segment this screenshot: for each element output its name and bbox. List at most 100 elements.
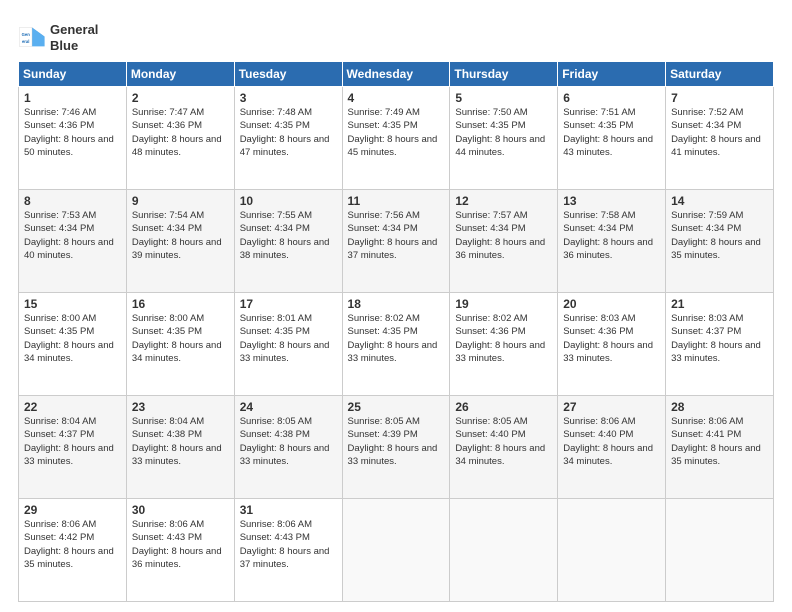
sunset: Sunset: 4:35 PM <box>240 119 337 132</box>
table-row: 30 Sunrise: 8:06 AM Sunset: 4:43 PM Dayl… <box>126 499 234 602</box>
header: Gen eral General Blue <box>18 18 774 53</box>
table-row <box>342 499 450 602</box>
day-info: Sunrise: 7:49 AM Sunset: 4:35 PM Dayligh… <box>348 106 445 159</box>
day-number: 7 <box>671 91 768 105</box>
daylight: Daylight: 8 hours and 37 minutes. <box>348 236 445 263</box>
sunset: Sunset: 4:36 PM <box>132 119 229 132</box>
sunrise: Sunrise: 8:04 AM <box>24 415 121 428</box>
sunrise: Sunrise: 8:00 AM <box>24 312 121 325</box>
day-number: 8 <box>24 194 121 208</box>
day-info: Sunrise: 8:06 AM Sunset: 4:42 PM Dayligh… <box>24 518 121 571</box>
day-info: Sunrise: 8:06 AM Sunset: 4:40 PM Dayligh… <box>563 415 660 468</box>
day-info: Sunrise: 8:06 AM Sunset: 4:43 PM Dayligh… <box>132 518 229 571</box>
week-row-5: 29 Sunrise: 8:06 AM Sunset: 4:42 PM Dayl… <box>19 499 774 602</box>
table-row: 8 Sunrise: 7:53 AM Sunset: 4:34 PM Dayli… <box>19 190 127 293</box>
day-number: 10 <box>240 194 337 208</box>
day-info: Sunrise: 7:58 AM Sunset: 4:34 PM Dayligh… <box>563 209 660 262</box>
sunset: Sunset: 4:35 PM <box>455 119 552 132</box>
table-row: 21 Sunrise: 8:03 AM Sunset: 4:37 PM Dayl… <box>666 293 774 396</box>
day-number: 13 <box>563 194 660 208</box>
sunrise: Sunrise: 7:56 AM <box>348 209 445 222</box>
day-info: Sunrise: 8:05 AM Sunset: 4:40 PM Dayligh… <box>455 415 552 468</box>
sunrise: Sunrise: 7:57 AM <box>455 209 552 222</box>
day-info: Sunrise: 8:05 AM Sunset: 4:39 PM Dayligh… <box>348 415 445 468</box>
sunset: Sunset: 4:36 PM <box>563 325 660 338</box>
sunset: Sunset: 4:42 PM <box>24 531 121 544</box>
sunset: Sunset: 4:40 PM <box>455 428 552 441</box>
day-info: Sunrise: 7:47 AM Sunset: 4:36 PM Dayligh… <box>132 106 229 159</box>
daylight: Daylight: 8 hours and 36 minutes. <box>563 236 660 263</box>
sunset: Sunset: 4:37 PM <box>671 325 768 338</box>
table-row: 27 Sunrise: 8:06 AM Sunset: 4:40 PM Dayl… <box>558 396 666 499</box>
day-number: 29 <box>24 503 121 517</box>
table-row: 14 Sunrise: 7:59 AM Sunset: 4:34 PM Dayl… <box>666 190 774 293</box>
day-number: 12 <box>455 194 552 208</box>
sunset: Sunset: 4:34 PM <box>455 222 552 235</box>
table-row: 29 Sunrise: 8:06 AM Sunset: 4:42 PM Dayl… <box>19 499 127 602</box>
table-row: 3 Sunrise: 7:48 AM Sunset: 4:35 PM Dayli… <box>234 87 342 190</box>
table-row: 25 Sunrise: 8:05 AM Sunset: 4:39 PM Dayl… <box>342 396 450 499</box>
sunrise: Sunrise: 7:51 AM <box>563 106 660 119</box>
day-number: 18 <box>348 297 445 311</box>
sunset: Sunset: 4:34 PM <box>24 222 121 235</box>
sunset: Sunset: 4:35 PM <box>348 325 445 338</box>
week-row-2: 8 Sunrise: 7:53 AM Sunset: 4:34 PM Dayli… <box>19 190 774 293</box>
week-row-1: 1 Sunrise: 7:46 AM Sunset: 4:36 PM Dayli… <box>19 87 774 190</box>
sunset: Sunset: 4:36 PM <box>455 325 552 338</box>
daylight: Daylight: 8 hours and 40 minutes. <box>24 236 121 263</box>
day-number: 6 <box>563 91 660 105</box>
day-info: Sunrise: 8:06 AM Sunset: 4:41 PM Dayligh… <box>671 415 768 468</box>
logo-icon: Gen eral <box>18 24 46 52</box>
sunset: Sunset: 4:35 PM <box>132 325 229 338</box>
table-row: 11 Sunrise: 7:56 AM Sunset: 4:34 PM Dayl… <box>342 190 450 293</box>
daylight: Daylight: 8 hours and 33 minutes. <box>671 339 768 366</box>
daylight: Daylight: 8 hours and 33 minutes. <box>348 442 445 469</box>
day-info: Sunrise: 8:04 AM Sunset: 4:38 PM Dayligh… <box>132 415 229 468</box>
day-info: Sunrise: 7:50 AM Sunset: 4:35 PM Dayligh… <box>455 106 552 159</box>
day-number: 3 <box>240 91 337 105</box>
daylight: Daylight: 8 hours and 35 minutes. <box>24 545 121 572</box>
sunset: Sunset: 4:35 PM <box>563 119 660 132</box>
day-info: Sunrise: 8:00 AM Sunset: 4:35 PM Dayligh… <box>132 312 229 365</box>
table-row <box>666 499 774 602</box>
table-row: 18 Sunrise: 8:02 AM Sunset: 4:35 PM Dayl… <box>342 293 450 396</box>
svg-text:eral: eral <box>22 38 29 43</box>
sunrise: Sunrise: 7:47 AM <box>132 106 229 119</box>
table-row <box>558 499 666 602</box>
sunrise: Sunrise: 8:02 AM <box>348 312 445 325</box>
day-info: Sunrise: 8:02 AM Sunset: 4:36 PM Dayligh… <box>455 312 552 365</box>
day-number: 2 <box>132 91 229 105</box>
table-row: 7 Sunrise: 7:52 AM Sunset: 4:34 PM Dayli… <box>666 87 774 190</box>
daylight: Daylight: 8 hours and 34 minutes. <box>132 339 229 366</box>
day-info: Sunrise: 8:01 AM Sunset: 4:35 PM Dayligh… <box>240 312 337 365</box>
daylight: Daylight: 8 hours and 35 minutes. <box>671 236 768 263</box>
table-row: 28 Sunrise: 8:06 AM Sunset: 4:41 PM Dayl… <box>666 396 774 499</box>
sunrise: Sunrise: 7:48 AM <box>240 106 337 119</box>
sunrise: Sunrise: 7:55 AM <box>240 209 337 222</box>
sunrise: Sunrise: 7:54 AM <box>132 209 229 222</box>
day-number: 4 <box>348 91 445 105</box>
daylight: Daylight: 8 hours and 37 minutes. <box>240 545 337 572</box>
daylight: Daylight: 8 hours and 38 minutes. <box>240 236 337 263</box>
sunrise: Sunrise: 8:01 AM <box>240 312 337 325</box>
sunrise: Sunrise: 8:06 AM <box>671 415 768 428</box>
day-number: 9 <box>132 194 229 208</box>
table-row: 6 Sunrise: 7:51 AM Sunset: 4:35 PM Dayli… <box>558 87 666 190</box>
sunrise: Sunrise: 7:49 AM <box>348 106 445 119</box>
day-number: 26 <box>455 400 552 414</box>
calendar-header-row: Sunday Monday Tuesday Wednesday Thursday… <box>19 62 774 87</box>
table-row: 2 Sunrise: 7:47 AM Sunset: 4:36 PM Dayli… <box>126 87 234 190</box>
table-row: 20 Sunrise: 8:03 AM Sunset: 4:36 PM Dayl… <box>558 293 666 396</box>
header-thursday: Thursday <box>450 62 558 87</box>
daylight: Daylight: 8 hours and 50 minutes. <box>24 133 121 160</box>
daylight: Daylight: 8 hours and 33 minutes. <box>240 442 337 469</box>
day-info: Sunrise: 8:06 AM Sunset: 4:43 PM Dayligh… <box>240 518 337 571</box>
daylight: Daylight: 8 hours and 34 minutes. <box>455 442 552 469</box>
sunrise: Sunrise: 7:59 AM <box>671 209 768 222</box>
day-number: 31 <box>240 503 337 517</box>
sunrise: Sunrise: 8:05 AM <box>348 415 445 428</box>
table-row: 31 Sunrise: 8:06 AM Sunset: 4:43 PM Dayl… <box>234 499 342 602</box>
day-info: Sunrise: 8:02 AM Sunset: 4:35 PM Dayligh… <box>348 312 445 365</box>
sunrise: Sunrise: 8:00 AM <box>132 312 229 325</box>
day-info: Sunrise: 7:54 AM Sunset: 4:34 PM Dayligh… <box>132 209 229 262</box>
